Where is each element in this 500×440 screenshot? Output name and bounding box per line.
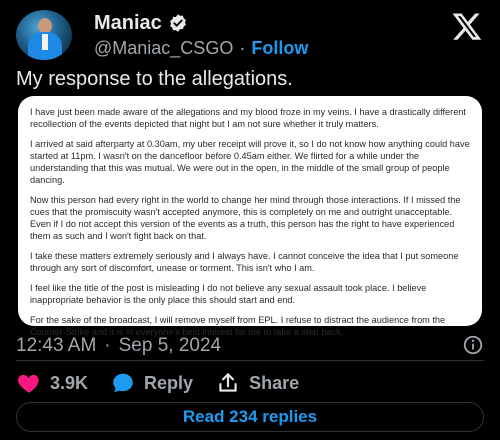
tweet-time[interactable]: 12:43 AM xyxy=(16,335,96,357)
handle-row: @Maniac_CSGO · Follow xyxy=(94,38,308,59)
verified-badge-icon xyxy=(169,14,186,32)
handle-separator: · xyxy=(239,38,246,58)
x-logo-icon[interactable] xyxy=(450,10,484,44)
statement-paragraph: Now this person had every right in the w… xyxy=(30,195,461,241)
share-button[interactable]: Share xyxy=(215,370,299,396)
statement-paragraph: I arrived at said afterparty at 0.30am, … xyxy=(30,139,470,185)
tweet-date[interactable]: Sep 5, 2024 xyxy=(119,335,221,357)
tweet-header: Maniac @Maniac_CSGO · Follow xyxy=(16,10,484,60)
avatar-shirt xyxy=(42,34,48,50)
author-name[interactable]: Maniac xyxy=(94,12,162,35)
info-icon[interactable] xyxy=(462,334,484,356)
name-row: Maniac xyxy=(94,12,188,34)
meta-separator: · xyxy=(104,335,111,356)
divider xyxy=(16,360,484,361)
read-replies-button[interactable]: Read 234 replies xyxy=(16,402,484,432)
share-icon xyxy=(219,373,237,392)
like-count: 3.9K xyxy=(50,372,89,393)
statement-image[interactable]: I have just been made aware of the alleg… xyxy=(18,96,482,337)
avatar[interactable] xyxy=(16,10,72,60)
statement-paragraph: I have just been made aware of the alleg… xyxy=(30,107,466,129)
reply-button[interactable]: Reply xyxy=(110,370,193,396)
author-handle[interactable]: @Maniac_CSGO xyxy=(94,38,233,59)
statement-paragraph: I take these matters extremely seriously… xyxy=(30,251,459,273)
follow-button[interactable]: Follow xyxy=(251,38,308,59)
action-bar: 3.9K Reply Share xyxy=(16,369,484,397)
reply-bubble-icon xyxy=(113,373,133,393)
statement-paragraph: I feel like the title of the post is mis… xyxy=(30,283,427,305)
like-button[interactable]: 3.9K xyxy=(16,370,88,396)
tweet-text: My response to the allegations. xyxy=(16,68,293,90)
heart-icon xyxy=(18,374,39,393)
reply-label: Reply xyxy=(144,372,194,393)
tweet-meta: 12:43 AM · Sep 5, 2024 xyxy=(16,334,484,358)
share-label: Share xyxy=(249,372,300,393)
tweet-card: Maniac @Maniac_CSGO · Follow My response… xyxy=(0,0,500,440)
